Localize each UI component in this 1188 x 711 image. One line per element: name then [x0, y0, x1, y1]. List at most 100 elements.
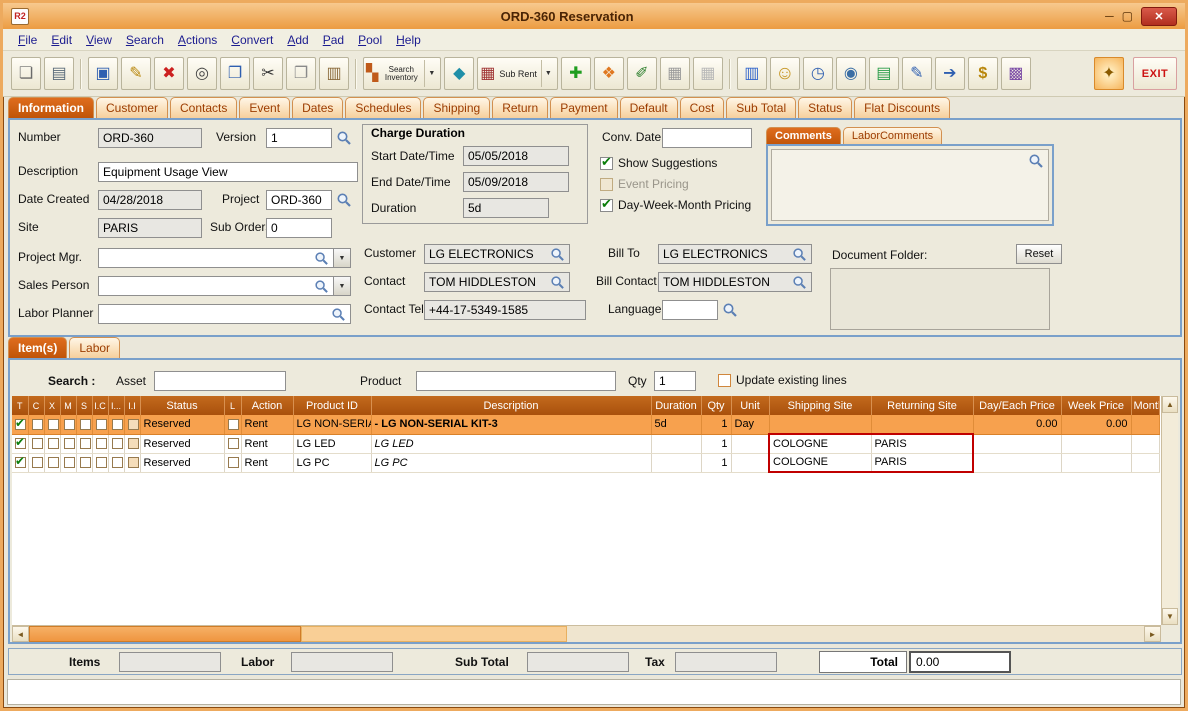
product-id-cell[interactable]: LG PC — [293, 453, 372, 473]
maximize-button[interactable]: ▢ — [1122, 9, 1133, 23]
tab-dates[interactable]: Dates — [292, 97, 344, 118]
returning-site-cell[interactable]: PARIS — [871, 433, 974, 454]
table-row[interactable]: ✔ Reserved Rent LG NON-SERIA... - LG NON… — [12, 415, 1160, 435]
lookup-icon[interactable] — [331, 307, 346, 322]
status-cell[interactable]: Reserved — [140, 415, 225, 435]
tab-comments[interactable]: Comments — [766, 127, 841, 145]
tab-sub-total[interactable]: Sub Total — [726, 97, 797, 118]
day-each-price-cell[interactable] — [973, 453, 1062, 473]
row-checkbox[interactable] — [47, 457, 59, 469]
menu-view[interactable]: View — [79, 30, 119, 50]
l-checkbox[interactable] — [227, 457, 239, 469]
row-checkbox[interactable] — [31, 438, 43, 450]
cut-button[interactable]: ✂ — [253, 57, 283, 90]
language-lookup-icon[interactable] — [722, 302, 738, 318]
project-mgr-field[interactable] — [98, 248, 334, 268]
close-button[interactable]: ✕ — [1141, 6, 1177, 26]
lookup-icon[interactable] — [550, 275, 565, 290]
returning-site-cell[interactable]: PARIS — [871, 453, 974, 473]
tab-information[interactable]: Information — [8, 97, 94, 118]
row-checkbox-cell[interactable] — [92, 434, 109, 454]
row-checkbox[interactable] — [63, 418, 75, 430]
lookup-icon[interactable] — [792, 275, 807, 290]
tab-payment[interactable]: Payment — [550, 97, 618, 118]
contact-field[interactable]: TOM HIDDLESTON — [424, 272, 570, 292]
minimize-button[interactable]: ─ — [1105, 9, 1114, 23]
horizontal-scroll-track[interactable] — [29, 626, 1144, 642]
reset-button[interactable]: Reset — [1016, 244, 1062, 264]
row-select-checkbox[interactable]: ✔ — [15, 454, 26, 469]
menu-file[interactable]: File — [11, 30, 44, 50]
row-checkbox[interactable] — [79, 457, 91, 469]
description-cell[interactable]: - LG NON-SERIAL KIT-3 — [371, 415, 652, 435]
unit-cell[interactable] — [731, 453, 770, 473]
row-checkbox-cell[interactable] — [124, 453, 141, 473]
row-checkbox-cell[interactable] — [92, 415, 109, 435]
week-price-cell[interactable]: 0.00 — [1061, 415, 1132, 435]
menu-help[interactable]: Help — [389, 30, 428, 50]
l-cell[interactable] — [224, 453, 242, 473]
row-checkbox-cell[interactable] — [28, 434, 45, 454]
row-checkbox[interactable] — [63, 438, 75, 450]
duration-cell[interactable]: 5d — [651, 415, 702, 435]
row-checkbox[interactable] — [111, 418, 123, 430]
lookup-icon[interactable] — [314, 279, 329, 294]
row-checkbox-cell[interactable] — [92, 453, 109, 473]
lookup-icon[interactable] — [550, 247, 565, 262]
chevron-down-icon[interactable]: ▼ — [540, 60, 555, 87]
horizontal-scrollbar[interactable]: ◄ ► — [12, 625, 1161, 642]
menu-add[interactable]: Add — [280, 30, 315, 50]
number-field[interactable]: ORD-360 — [98, 128, 202, 148]
duration-cell[interactable] — [651, 453, 702, 473]
row-checkbox-cell[interactable] — [124, 434, 141, 454]
row-checkbox-cell[interactable] — [60, 434, 77, 454]
qty-cell[interactable]: 1 — [701, 453, 732, 473]
group-button[interactable]: ❖ — [593, 57, 624, 90]
row-checkbox[interactable] — [79, 438, 91, 450]
unit-cell[interactable]: Day — [731, 415, 770, 435]
highlight-pen-button[interactable]: ✦ — [1094, 57, 1124, 90]
row-checkbox[interactable] — [63, 457, 75, 469]
chevron-down-icon[interactable]: ▼ — [424, 60, 438, 87]
tab-items[interactable]: Item(s) — [8, 337, 68, 358]
tab-contacts[interactable]: Contacts — [170, 97, 238, 118]
shipping-site-cell[interactable]: COLOGNE — [768, 453, 872, 473]
qty-cell[interactable]: 1 — [701, 415, 732, 435]
document-folder-box[interactable] — [830, 268, 1050, 330]
returning-site-cell[interactable] — [871, 415, 974, 435]
table-row[interactable]: ✔ Reserved Rent LG LED LG LED 1 COLOGNE … — [12, 433, 1160, 454]
row-select-checkbox[interactable]: ✔ — [15, 435, 26, 450]
sales-person-field[interactable] — [98, 276, 334, 296]
menu-actions[interactable]: Actions — [171, 30, 224, 50]
row-checkbox-cell[interactable] — [44, 434, 61, 454]
row-checkbox-cell[interactable] — [60, 415, 77, 435]
row-checkbox[interactable] — [95, 438, 107, 450]
version-field[interactable]: 1 — [266, 128, 332, 148]
asset-input[interactable] — [154, 371, 286, 391]
week-price-cell[interactable] — [1061, 453, 1132, 473]
bill-to-field[interactable]: LG ELECTRONICS — [658, 244, 812, 264]
notes-button[interactable]: ✎ — [901, 57, 932, 90]
month-price-cell[interactable] — [1131, 415, 1160, 435]
menu-pad[interactable]: Pad — [316, 30, 351, 50]
exit-button[interactable]: EXIT — [1133, 57, 1177, 90]
scroll-down-button[interactable]: ▼ — [1162, 608, 1178, 625]
row-checkbox[interactable] — [127, 457, 139, 469]
row-checkbox-cell[interactable] — [44, 453, 61, 473]
description-field[interactable]: Equipment Usage View — [98, 162, 358, 182]
copy-button[interactable]: ❐ — [286, 57, 316, 90]
add-line-button[interactable]: ✚ — [560, 57, 591, 90]
end-date-field[interactable]: 05/09/2018 — [463, 172, 569, 192]
edit-button[interactable]: ✎ — [121, 57, 151, 90]
week-price-cell[interactable] — [1061, 434, 1132, 454]
row-checkbox-cell[interactable] — [76, 434, 93, 454]
lookup-icon[interactable] — [314, 251, 329, 266]
tab-labor-comments[interactable]: LaborComments — [842, 127, 943, 145]
row-checkbox-cell[interactable] — [76, 415, 93, 435]
project-mgr-dropdown-button[interactable]: ▼ — [334, 248, 351, 268]
paste-button[interactable]: ▥ — [319, 57, 349, 90]
row-checkbox-cell[interactable] — [44, 415, 61, 435]
status-cell[interactable]: Reserved — [140, 453, 225, 473]
product-id-cell[interactable]: LG LED — [293, 434, 372, 454]
media-button[interactable]: ◉ — [835, 57, 866, 90]
